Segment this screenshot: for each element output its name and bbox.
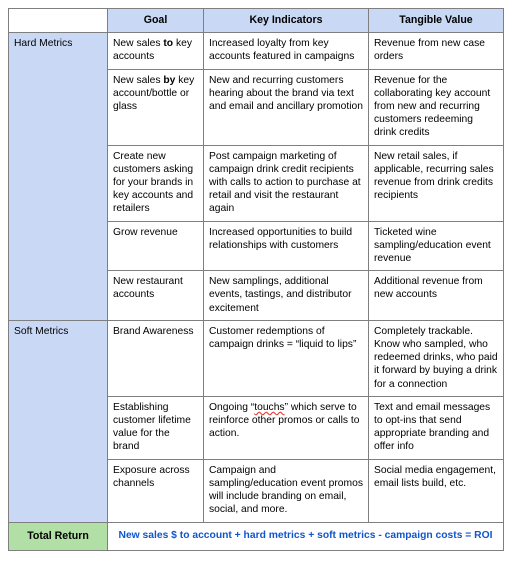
cell-key-indicators: Customer redemptions of campaign drinks …	[203, 319, 369, 397]
cell-key-indicators: New samplings, additional events, tastin…	[203, 270, 369, 321]
header-corner-cell	[8, 7, 108, 34]
table-header-row: Goal Key Indicators Tangible Value	[8, 7, 504, 34]
cell-tangible-value: Completely trackable. Know who sampled, …	[368, 319, 504, 397]
table-row: Soft Metrics Brand Awareness Customer re…	[8, 319, 504, 523]
group-label-hard-metrics: Hard Metrics	[8, 32, 108, 321]
cell-tangible-value: Ticketed wine sampling/education event r…	[368, 220, 504, 272]
goal-text-pre: New sales	[113, 38, 164, 50]
cell-goal: New restaurant accounts	[107, 270, 204, 321]
total-return-formula: New sales $ to account + hard metrics + …	[107, 521, 504, 551]
goal-text-pre: New sales	[113, 74, 164, 86]
cell-tangible-value: Revenue from new case orders	[368, 32, 504, 70]
cell-goal: Exposure across channels	[107, 458, 204, 523]
cell-key-indicators: Post campaign marketing of campaign drin…	[203, 144, 369, 222]
cell-key-indicators: Ongoing “touchs” which serve to reinforc…	[203, 395, 369, 460]
cell-goal: New sales by key account/bottle or glass	[107, 68, 204, 146]
cell-goal: Create new customers asking for your bra…	[107, 144, 204, 222]
cell-key-indicators: New and recurring customers hearing abou…	[203, 68, 369, 146]
cell-key-indicators: Campaign and sampling/education event pr…	[203, 458, 369, 523]
cell-tangible-value: Social media engagement, email lists bui…	[368, 458, 504, 523]
table-row: Hard Metrics New sales to key accounts I…	[8, 32, 504, 321]
cell-goal: Brand Awareness	[107, 319, 204, 397]
spreadsheet-canvas: Goal Key Indicators Tangible Value Hard …	[0, 0, 511, 569]
cell-tangible-value: Text and email messages to opt-ins that …	[368, 395, 504, 460]
goal-text-emphasis: by	[163, 74, 176, 86]
total-return-row: Total Return New sales $ to account + ha…	[8, 521, 504, 551]
header-cell-tangible-value: Tangible Value	[368, 7, 504, 34]
cell-goal: Establishing customer lifetime value for…	[107, 395, 204, 460]
cell-key-indicators: Increased loyalty from key accounts feat…	[203, 32, 369, 70]
key-indicator-text-pre: Ongoing “	[209, 401, 255, 413]
cell-tangible-value: Additional revenue from new accounts	[368, 270, 504, 321]
metrics-table: Goal Key Indicators Tangible Value Hard …	[8, 7, 504, 551]
header-cell-goal: Goal	[107, 7, 204, 34]
header-cell-key-indicators: Key Indicators	[203, 7, 369, 34]
cell-goal: New sales to key accounts	[107, 32, 204, 70]
cell-tangible-value: New retail sales, if applicable, recurri…	[368, 144, 504, 222]
spellcheck-misspelled-word: touchs	[254, 401, 285, 413]
cell-key-indicators: Increased opportunities to build relatio…	[203, 220, 369, 272]
goal-text-emphasis: to	[163, 38, 174, 50]
cell-goal: Grow revenue	[107, 220, 204, 272]
group-label-soft-metrics: Soft Metrics	[8, 319, 108, 523]
total-return-label: Total Return	[8, 521, 108, 551]
cell-tangible-value: Revenue for the collaborating key accoun…	[368, 68, 504, 146]
